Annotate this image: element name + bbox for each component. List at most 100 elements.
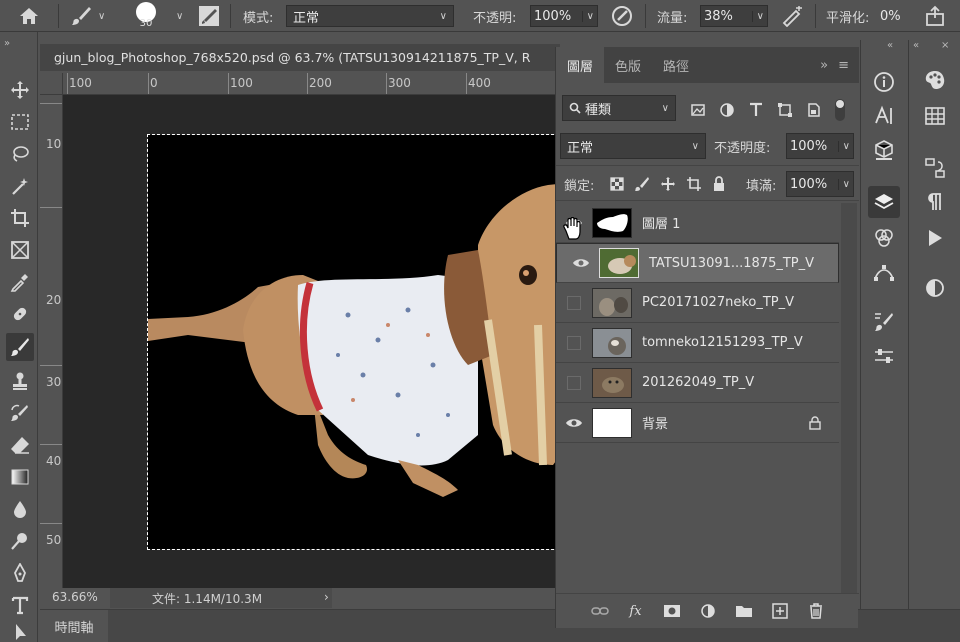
layer-style-fx-icon[interactable]: fx xyxy=(625,600,647,622)
path-selection-tool-icon[interactable] xyxy=(6,623,34,641)
layer-filter-select[interactable]: 種類 ∨ xyxy=(562,95,676,121)
adjustments-panel-icon[interactable] xyxy=(919,272,951,304)
actions-play-icon[interactable] xyxy=(919,222,951,254)
layer-row[interactable]: tomneko12151293_TP_V xyxy=(556,323,839,363)
brush-tool-icon[interactable] xyxy=(6,333,34,361)
character-panel-icon[interactable] xyxy=(868,100,900,132)
filter-pixel-icon[interactable] xyxy=(690,102,706,118)
lock-all-icon[interactable] xyxy=(712,176,726,192)
fill-field[interactable]: 100% ∨ xyxy=(786,171,854,197)
brush-size-preview[interactable]: 30 xyxy=(136,0,156,32)
layer-row-background[interactable]: 背景 xyxy=(556,403,839,443)
tab-paths[interactable]: 路徑 xyxy=(652,47,700,83)
layer-name[interactable]: 背景 xyxy=(642,413,668,432)
blur-tool-icon[interactable] xyxy=(6,495,34,523)
layer-name[interactable]: PC20171027neko_TP_V xyxy=(642,295,794,310)
delete-layer-trash-icon[interactable] xyxy=(805,600,827,622)
zoom-level[interactable]: 63.66% xyxy=(52,590,98,604)
marquee-tool-icon[interactable] xyxy=(6,108,34,136)
filter-adjustment-icon[interactable] xyxy=(719,102,735,118)
eyedropper-tool-icon[interactable] xyxy=(6,268,34,296)
crop-tool-icon[interactable] xyxy=(6,204,34,232)
eraser-tool-icon[interactable] xyxy=(6,431,34,459)
timeline-tab[interactable]: 時間軸 xyxy=(40,610,108,642)
status-menu-chevron-icon[interactable]: › xyxy=(324,590,329,604)
filter-shape-icon[interactable] xyxy=(777,102,793,118)
layer-name[interactable]: 圖層 1 xyxy=(642,213,680,232)
lock-position-icon[interactable] xyxy=(660,176,676,192)
horizontal-ruler[interactable]: 100 0 100 200 300 400 xyxy=(63,73,560,95)
dodge-tool-icon[interactable] xyxy=(6,527,34,555)
add-mask-icon[interactable] xyxy=(661,600,683,622)
pen-tool-icon[interactable] xyxy=(6,559,34,587)
layer-row[interactable]: PC20171027neko_TP_V xyxy=(556,283,839,323)
smoothing-settings-icon[interactable] xyxy=(924,0,946,32)
swatches-grid-icon[interactable] xyxy=(919,100,951,132)
filter-type-icon[interactable] xyxy=(748,102,764,118)
magic-wand-tool-icon[interactable] xyxy=(6,172,34,200)
color-palette-icon[interactable] xyxy=(919,64,951,96)
opacity-field[interactable]: 100% ∨ xyxy=(530,5,598,27)
visibility-toggle[interactable] xyxy=(556,363,592,403)
collapse-panel-icon[interactable]: » xyxy=(814,47,834,83)
visibility-toggle[interactable] xyxy=(556,403,592,443)
3d-panel-icon[interactable] xyxy=(868,134,900,166)
clone-stamp-tool-icon[interactable] xyxy=(6,367,34,395)
new-layer-icon[interactable] xyxy=(769,600,791,622)
healing-brush-tool-icon[interactable] xyxy=(6,300,34,328)
lasso-tool-icon[interactable] xyxy=(6,140,34,168)
visibility-toggle[interactable] xyxy=(556,283,592,323)
channels-panel-icon[interactable] xyxy=(868,222,900,254)
layer-name[interactable]: 201262049_TP_V xyxy=(642,375,754,390)
brush-preset-icon[interactable]: ∨ xyxy=(70,0,105,32)
link-layers-icon[interactable] xyxy=(589,600,611,622)
lock-transparent-pixels-icon[interactable] xyxy=(610,177,624,191)
close-dock-icon[interactable]: × xyxy=(941,40,949,51)
adjustment-layer-icon[interactable] xyxy=(697,600,719,622)
layers-panel-icon[interactable] xyxy=(868,186,900,218)
panel-menu-icon[interactable]: ≡ xyxy=(834,47,859,83)
home-icon[interactable] xyxy=(18,0,40,32)
brush-panel-toggle-icon[interactable] xyxy=(198,0,220,32)
airbrush-icon[interactable] xyxy=(780,0,804,32)
layer-row[interactable]: 201262049_TP_V xyxy=(556,363,839,403)
paragraph-panel-icon[interactable] xyxy=(919,186,951,218)
flow-field[interactable]: 38% ∨ xyxy=(700,5,768,27)
filter-smart-object-icon[interactable] xyxy=(806,102,822,118)
frame-tool-icon[interactable] xyxy=(6,236,34,264)
filter-toggle[interactable] xyxy=(835,99,845,121)
tab-channels[interactable]: 色版 xyxy=(604,47,652,83)
document-tab[interactable]: gjun_blog_Photoshop_768x520.psd @ 63.7% … xyxy=(40,44,560,71)
info-panel-icon[interactable] xyxy=(868,66,900,98)
layer-row-selected[interactable]: TATSU13091...1875_TP_V xyxy=(556,243,839,283)
layer-row[interactable]: 圖層 1 xyxy=(556,203,839,243)
layer-opacity-field[interactable]: 100% ∨ xyxy=(786,133,854,159)
paths-panel-icon[interactable] xyxy=(868,256,900,288)
mode-select[interactable]: 正常 ∨ xyxy=(286,5,454,27)
brush-size-dropdown-icon[interactable]: ∨ xyxy=(172,0,183,32)
vertical-ruler[interactable]: 100 200 300 400 500 xyxy=(40,95,63,588)
new-group-folder-icon[interactable] xyxy=(733,600,755,622)
brush-settings-icon[interactable] xyxy=(868,306,900,338)
document-canvas[interactable] xyxy=(147,134,560,550)
visibility-toggle[interactable] xyxy=(563,243,599,283)
pressure-opacity-icon[interactable] xyxy=(610,0,634,32)
type-tool-icon[interactable] xyxy=(6,591,34,619)
smoothing-value[interactable]: 0% xyxy=(880,9,901,24)
collapse-dock-icon[interactable]: « xyxy=(887,40,893,51)
tab-layers[interactable]: 圖層 xyxy=(556,47,605,83)
tool-presets-icon[interactable] xyxy=(868,340,900,372)
blend-mode-select[interactable]: 正常 ∨ xyxy=(560,133,706,159)
layer-name[interactable]: tomneko12151293_TP_V xyxy=(642,335,803,350)
move-tool-icon[interactable] xyxy=(6,76,34,104)
history-brush-tool-icon[interactable] xyxy=(6,399,34,427)
gradient-tool-icon[interactable] xyxy=(6,463,34,491)
lock-image-pixels-icon[interactable] xyxy=(634,176,650,192)
history-panel-icon[interactable] xyxy=(919,152,951,184)
collapse-toolbar-icon[interactable]: » xyxy=(4,38,10,49)
layer-name[interactable]: TATSU13091...1875_TP_V xyxy=(649,256,814,271)
ruler-origin[interactable] xyxy=(40,73,63,95)
collapse-dock-icon[interactable]: « xyxy=(913,40,919,51)
layers-scrollbar[interactable] xyxy=(841,203,857,593)
lock-artboard-icon[interactable] xyxy=(686,176,702,192)
